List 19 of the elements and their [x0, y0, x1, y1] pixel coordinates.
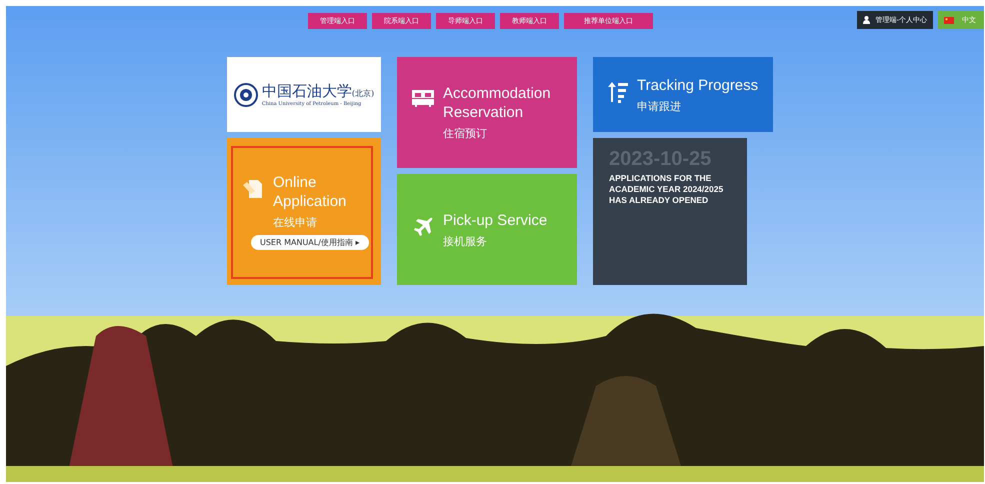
tile-card[interactable]: Accommodation Reservation 住宿预订 — [397, 57, 577, 168]
tile-subtitle: 住宿预订 — [443, 126, 488, 141]
tile-subtitle: 接机服务 — [443, 234, 488, 248]
tile-subtitle: 在线申请 — [273, 215, 318, 230]
tile-title: Tracking Progress — [637, 76, 758, 94]
tile-title: Accommodation Reservation — [443, 84, 552, 122]
tile-title: Online Application — [273, 173, 348, 211]
user-icon — [863, 16, 870, 24]
bed-icon — [411, 88, 435, 108]
tile-card[interactable]: Tracking Progress 申请跟进 — [593, 57, 773, 132]
emblem-icon — [234, 82, 258, 106]
sort-list-icon — [607, 80, 629, 104]
flag-icon — [944, 16, 954, 24]
document-pen-icon — [241, 177, 265, 201]
tile-subtitle: 申请跟进 — [637, 98, 682, 114]
tile-card[interactable]: Online Application 在线申请 USER MANUAL/使用指南 ▸ — [227, 138, 381, 285]
tile-title: Pick-up Service — [443, 210, 548, 230]
user-manual-button[interactable]: USER MANUAL/使用指南 ▸ — [251, 235, 368, 250]
notice-text: APPLICATIONS FOR THE ACADEMIC YEAR 2024/2025 HAS ALREADY OPENED — [609, 173, 724, 206]
